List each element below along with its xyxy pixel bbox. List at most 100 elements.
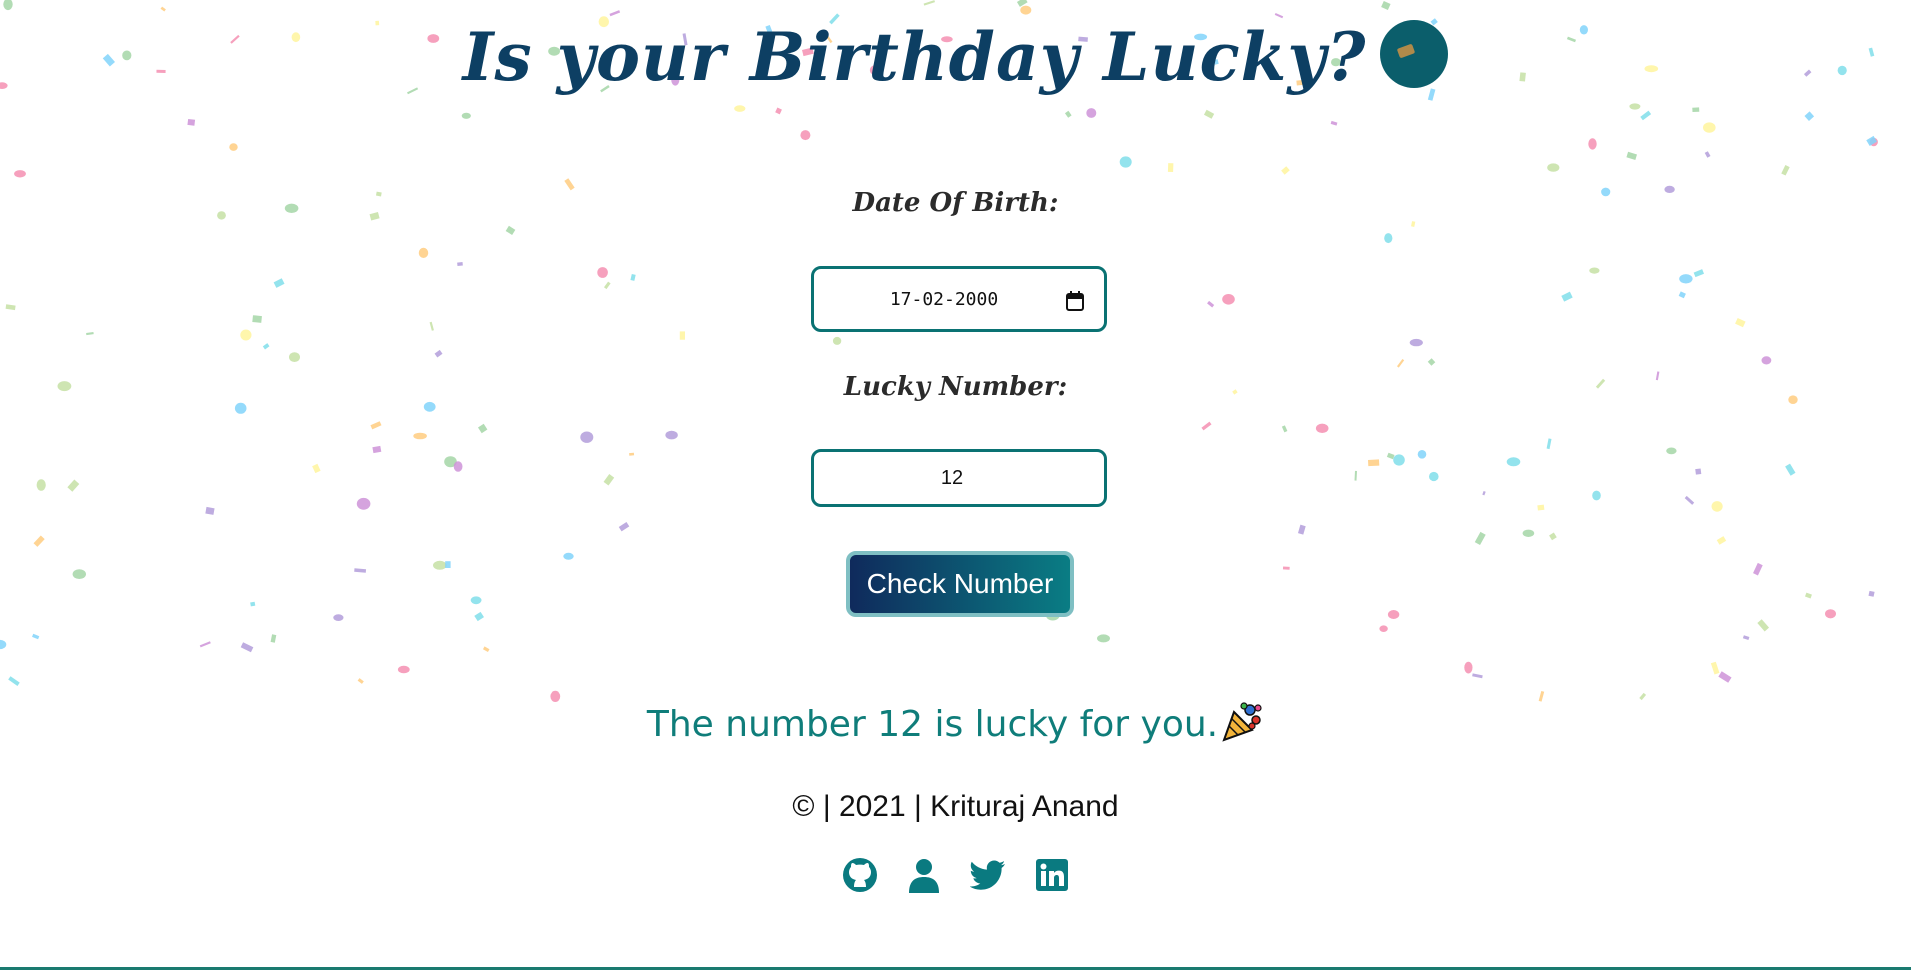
- confetti-piece: [429, 321, 434, 331]
- confetti-piece: [199, 641, 211, 648]
- confetti-piece: [1482, 490, 1486, 496]
- confetti-piece: [1693, 269, 1704, 278]
- confetti-piece: [433, 560, 447, 570]
- confetti-piece: [1716, 536, 1727, 545]
- confetti-piece: [734, 105, 746, 112]
- confetti-piece: [1785, 463, 1796, 476]
- confetti-piece: [1410, 221, 1416, 227]
- confetti-piece: [234, 402, 247, 414]
- confetti-piece: [832, 336, 842, 345]
- confetti-piece: [262, 343, 270, 350]
- confetti-piece: [413, 432, 427, 440]
- confetti-piece: [1866, 135, 1878, 146]
- confetti-piece: [1684, 495, 1695, 505]
- dob-label: Date Of Birth:: [852, 188, 1059, 218]
- dob-value: 17-02-2000: [889, 288, 999, 310]
- confetti-piece: [372, 445, 382, 454]
- confetti-piece: [609, 10, 621, 17]
- confetti-piece: [1367, 459, 1380, 467]
- user-icon[interactable]: [906, 857, 942, 893]
- confetti-piece: [397, 665, 410, 674]
- confetti-piece: [86, 332, 94, 336]
- confetti-piece: [1429, 471, 1439, 482]
- confetti-piece: [370, 421, 382, 430]
- confetti-piece: [453, 461, 463, 472]
- confetti-piece: [457, 261, 463, 267]
- confetti-piece: [1711, 501, 1723, 512]
- confetti-piece: [1718, 671, 1732, 683]
- confetti-piece: [445, 561, 451, 569]
- confetti-piece: [270, 634, 277, 643]
- confetti-piece: [1825, 609, 1836, 619]
- confetti-piece: [1735, 317, 1746, 328]
- twitter-icon[interactable]: [969, 857, 1006, 893]
- confetti-piece: [14, 170, 26, 178]
- calendar-icon[interactable]: [1066, 291, 1084, 311]
- confetti-piece: [1666, 447, 1677, 455]
- confetti-piece: [1629, 103, 1641, 110]
- confetti-piece: [505, 225, 516, 236]
- confetti-piece: [33, 535, 45, 547]
- confetti-piece: [1381, 0, 1391, 11]
- confetti-piece: [630, 273, 636, 281]
- confetti-piece: [1868, 590, 1875, 597]
- confetti-piece: [679, 331, 685, 340]
- confetti-piece: [1203, 109, 1215, 119]
- confetti-piece: [1761, 356, 1772, 365]
- lucky-number-label: Lucky Number:: [843, 372, 1068, 402]
- confetti-piece: [1704, 151, 1711, 158]
- confetti-piece: [187, 118, 196, 126]
- footer-copyright: © | 2021 | Krituraj Anand: [792, 790, 1119, 823]
- confetti-piece: [1222, 294, 1235, 305]
- confetti-piece: [1281, 166, 1290, 175]
- confetti-piece: [603, 474, 615, 486]
- lucky-number-input[interactable]: 12: [811, 449, 1107, 507]
- confetti-piece: [1804, 111, 1815, 121]
- dob-input[interactable]: 17-02-2000: [811, 266, 1107, 332]
- confetti-piece: [1678, 291, 1686, 299]
- confetti-piece: [1695, 468, 1702, 475]
- check-number-button[interactable]: Check Number: [846, 551, 1074, 617]
- confetti-piece: [1869, 137, 1878, 147]
- confetti-piece: [1506, 457, 1521, 467]
- confetti-piece: [1330, 120, 1338, 126]
- result-message: The number 12 is lucky for you.: [0, 700, 1911, 745]
- balloon-emoji-icon: [1380, 20, 1449, 88]
- confetti-piece: [482, 646, 490, 652]
- confetti-piece: [1064, 110, 1072, 118]
- page-title-text: Is your Birthday Lucky?: [462, 18, 1367, 96]
- confetti-piece: [423, 401, 436, 412]
- confetti-piece: [1201, 421, 1212, 431]
- confetti-piece: [1417, 450, 1427, 459]
- confetti-piece: [418, 247, 429, 258]
- confetti-piece: [1474, 531, 1486, 546]
- confetti-piece: [775, 107, 782, 115]
- confetti-piece: [444, 456, 457, 468]
- confetti-piece: [477, 423, 488, 434]
- party-popper-icon: [1222, 702, 1262, 742]
- confetti-piece: [1547, 163, 1560, 172]
- confetti-piece: [474, 611, 484, 622]
- confetti-piece: [1537, 504, 1545, 511]
- confetti-piece: [356, 497, 371, 510]
- confetti-piece: [312, 463, 321, 474]
- confetti-piece: [1297, 524, 1306, 535]
- confetti-piece: [1016, 0, 1028, 7]
- confetti-piece: [1282, 566, 1290, 570]
- confetti-piece: [1386, 452, 1395, 460]
- confetti-piece: [72, 569, 87, 579]
- confetti-piece: [1546, 438, 1552, 450]
- confetti-piece: [1781, 164, 1790, 176]
- page: Is your Birthday Lucky? Date Of Birth: 1…: [0, 0, 1911, 970]
- confetti-piece: [273, 278, 285, 288]
- confetti-piece: [1379, 625, 1388, 632]
- confetti-piece: [580, 431, 594, 443]
- lucky-number-value: 12: [940, 466, 964, 489]
- github-icon[interactable]: [842, 857, 878, 893]
- confetti-piece: [1710, 661, 1720, 675]
- linkedin-icon[interactable]: [1034, 857, 1070, 893]
- confetti-piece: [67, 479, 80, 492]
- confetti-piece: [1464, 661, 1473, 674]
- confetti-piece: [629, 452, 635, 456]
- confetti-piece: [205, 506, 215, 515]
